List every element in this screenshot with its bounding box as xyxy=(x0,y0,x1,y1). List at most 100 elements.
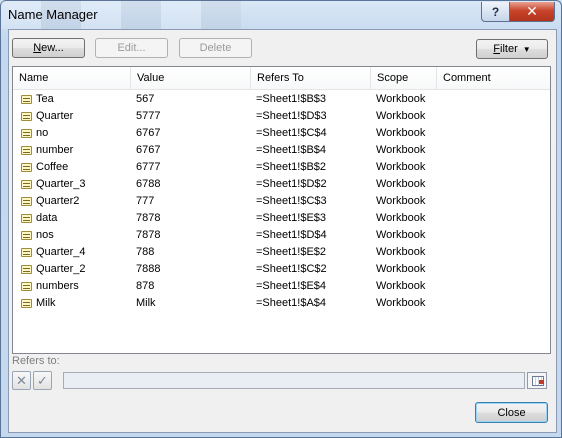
table-row[interactable]: Quarter_2 7888 =Sheet1!$C$2 Workbook xyxy=(13,261,550,278)
table-row[interactable]: number 6767 =Sheet1!$B$4 Workbook xyxy=(13,142,550,159)
new-button-label: ew... xyxy=(41,42,64,54)
defined-name-icon xyxy=(21,112,32,121)
refers-to-cell: =Sheet1!$B$3 xyxy=(256,93,327,105)
column-header-name[interactable]: Name xyxy=(13,67,131,89)
scope-cell: Workbook xyxy=(376,127,426,139)
value-cell: 5777 xyxy=(136,110,161,122)
defined-name-icon xyxy=(21,282,32,291)
defined-name-icon xyxy=(21,146,32,155)
table-row[interactable]: nos 7878 =Sheet1!$D$4 Workbook xyxy=(13,227,550,244)
help-button[interactable]: ? xyxy=(481,2,510,22)
table-row[interactable]: data 7878 =Sheet1!$E$3 Workbook xyxy=(13,210,550,227)
scope-cell: Workbook xyxy=(376,297,426,309)
name-cell: Quarter xyxy=(21,108,73,125)
defined-name-icon xyxy=(21,299,32,308)
defined-name-icon xyxy=(21,197,32,206)
name-text: Milk xyxy=(36,297,56,309)
delete-button[interactable]: Delete xyxy=(179,38,252,58)
refers-to-input[interactable] xyxy=(63,372,525,389)
refers-to-cell: =Sheet1!$C$2 xyxy=(256,263,327,275)
refers-to-cell: =Sheet1!$E$3 xyxy=(256,212,327,224)
name-text: nos xyxy=(36,229,54,241)
name-text: numbers xyxy=(36,280,79,292)
table-row[interactable]: no 6767 =Sheet1!$C$4 Workbook xyxy=(13,125,550,142)
name-text: Quarter_2 xyxy=(36,263,86,275)
name-text: Tea xyxy=(36,93,54,105)
name-cell: nos xyxy=(21,227,54,244)
column-header-value[interactable]: Value xyxy=(131,67,251,89)
column-header-refers-to[interactable]: Refers To xyxy=(251,67,371,89)
collapse-arrow-shape xyxy=(539,380,544,384)
confirm-reference-icon[interactable]: ✓ xyxy=(33,371,52,390)
scope-cell: Workbook xyxy=(376,280,426,292)
refers-to-cell: =Sheet1!$E$4 xyxy=(256,280,327,292)
cancel-reference-icon[interactable]: ✕ xyxy=(12,371,31,390)
list-rows: Tea 567 =Sheet1!$B$3 Workbook Quarter 5777 =Sh… xyxy=(13,91,550,312)
scope-cell: Workbook xyxy=(376,229,426,241)
refers-to-cell: =Sheet1!$C$3 xyxy=(256,195,327,207)
refers-to-cell: =Sheet1!$D$3 xyxy=(256,110,327,122)
refers-to-cell: =Sheet1!$D$2 xyxy=(256,178,327,190)
scope-cell: Workbook xyxy=(376,161,426,173)
table-row[interactable]: Quarter2 777 =Sheet1!$C$3 Workbook xyxy=(13,193,550,210)
value-cell: 6788 xyxy=(136,178,161,190)
defined-name-icon xyxy=(21,129,32,138)
table-row[interactable]: Coffee 6777 =Sheet1!$B$2 Workbook xyxy=(13,159,550,176)
value-cell: 878 xyxy=(136,280,155,292)
defined-name-icon xyxy=(21,231,32,240)
scope-cell: Workbook xyxy=(376,263,426,275)
value-cell: 7878 xyxy=(136,229,161,241)
scope-cell: Workbook xyxy=(376,212,426,224)
name-text: Quarter xyxy=(36,110,74,122)
name-cell: Milk xyxy=(21,295,56,312)
name-cell: Tea xyxy=(21,91,54,108)
name-text: Quarter_4 xyxy=(36,246,86,258)
name-text: Quarter_3 xyxy=(36,178,86,190)
refers-to-cell: =Sheet1!$E$2 xyxy=(256,246,327,258)
column-header-scope[interactable]: Scope xyxy=(371,67,437,89)
column-header-comment[interactable]: Comment xyxy=(437,67,550,89)
defined-name-icon xyxy=(21,248,32,257)
scope-cell: Workbook xyxy=(376,195,426,207)
name-cell: Quarter2 xyxy=(21,193,79,210)
names-list[interactable]: Name Value Refers To Scope Comment Tea 56… xyxy=(12,66,551,354)
name-cell: data xyxy=(21,210,57,227)
value-cell: Milk xyxy=(136,297,156,309)
new-button[interactable]: New... xyxy=(12,38,85,58)
name-cell: Coffee xyxy=(21,159,68,176)
new-button-accelerator: N xyxy=(33,42,42,54)
value-cell: 6767 xyxy=(136,144,161,156)
defined-name-icon xyxy=(21,163,32,172)
name-text: no xyxy=(36,127,49,139)
table-row[interactable]: numbers 878 =Sheet1!$E$4 Workbook xyxy=(13,278,550,295)
value-cell: 6777 xyxy=(136,161,161,173)
filter-button[interactable]: Filter ▼ xyxy=(476,39,548,59)
name-text: data xyxy=(36,212,58,224)
scope-cell: Workbook xyxy=(376,144,426,156)
scope-cell: Workbook xyxy=(376,93,426,105)
refers-to-cell: =Sheet1!$D$4 xyxy=(256,229,327,241)
scope-cell: Workbook xyxy=(376,110,426,122)
close-button[interactable]: Close xyxy=(475,402,548,423)
refers-to-cell: =Sheet1!$B$2 xyxy=(256,161,327,173)
dialog-client-area: New... Edit... Delete Filter ▼ Name Value… xyxy=(8,29,557,433)
window-close-button[interactable]: ✕ xyxy=(509,2,555,22)
table-row[interactable]: Quarter_4 788 =Sheet1!$E$2 Workbook xyxy=(13,244,550,261)
refers-to-label: Refers to: xyxy=(12,355,60,367)
scope-cell: Workbook xyxy=(376,178,426,190)
table-row[interactable]: Tea 567 =Sheet1!$B$3 Workbook xyxy=(13,91,550,108)
scope-cell: Workbook xyxy=(376,246,426,258)
refers-to-cell: =Sheet1!$A$4 xyxy=(256,297,327,309)
defined-name-icon xyxy=(21,214,32,223)
edit-button[interactable]: Edit... xyxy=(95,38,168,58)
table-row[interactable]: Quarter 5777 =Sheet1!$D$3 Workbook xyxy=(13,108,550,125)
list-header: Name Value Refers To Scope Comment xyxy=(13,67,550,90)
table-row[interactable]: Milk Milk =Sheet1!$A$4 Workbook xyxy=(13,295,550,312)
collapse-dialog-icon[interactable] xyxy=(527,372,547,389)
refers-to-cell: =Sheet1!$B$4 xyxy=(256,144,327,156)
value-cell: 777 xyxy=(136,195,155,207)
filter-button-label: ilter xyxy=(500,43,518,55)
value-cell: 788 xyxy=(136,246,155,258)
table-row[interactable]: Quarter_3 6788 =Sheet1!$D$2 Workbook xyxy=(13,176,550,193)
filter-button-accelerator: F xyxy=(493,43,501,55)
